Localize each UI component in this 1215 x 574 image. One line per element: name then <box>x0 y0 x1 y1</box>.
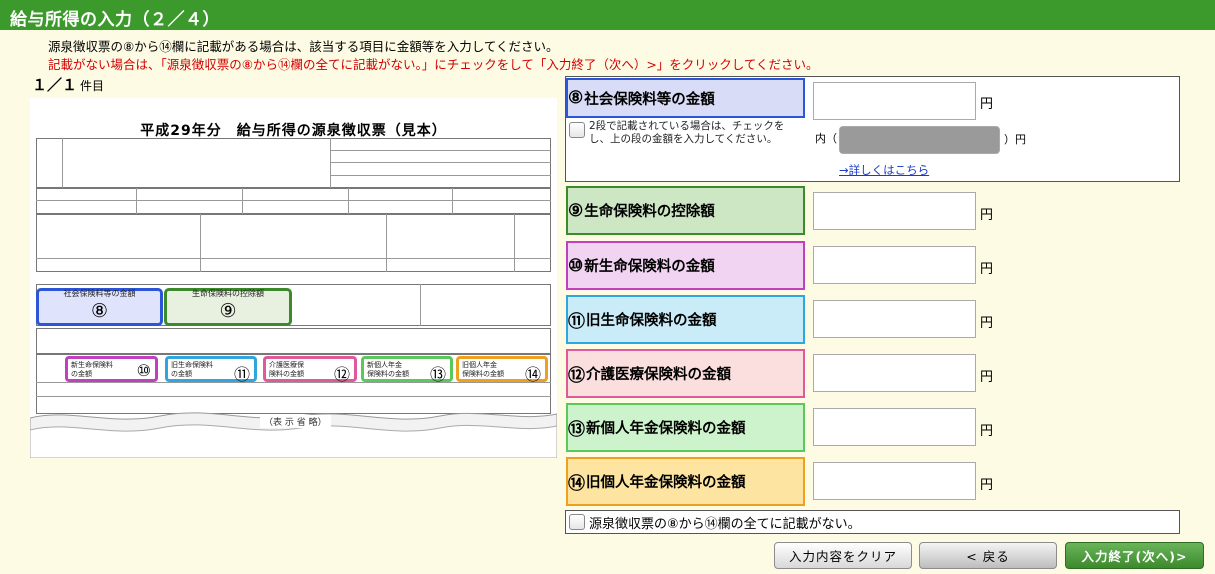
slip-grid-line <box>386 214 387 272</box>
slip-grid-line <box>452 188 453 214</box>
field-text-9: 生命保険料の控除額 <box>584 204 715 220</box>
field-label-10: ⑩ 新生命保険料の金額 <box>566 241 805 290</box>
slip-grid-line <box>36 382 551 383</box>
slip-box-8: 社会保険料等の金額 ⑧ <box>36 288 163 326</box>
field-label-13: ⑬ 新個人年金保険料の金額 <box>566 403 805 452</box>
field-text-13: 新個人年金保険料の金額 <box>586 421 746 437</box>
slip-box-13-number: ⑬ <box>429 365 446 384</box>
slip-box-10-label: 新生命保険料 の金額 <box>71 361 113 378</box>
life-insurance-deduction-input[interactable] <box>813 192 976 230</box>
yen-unit-11: 円 <box>980 316 994 331</box>
slip-torn-edge <box>30 412 557 458</box>
yen-unit-14: 円 <box>980 478 994 493</box>
slip-grid-line <box>136 188 137 214</box>
slip-grid-line <box>330 175 551 176</box>
slip-box-14: 旧個人年金 保険料の金額 ⑭ <box>456 356 548 384</box>
slip-box-14-number: ⑭ <box>524 365 541 384</box>
counter-suffix: 件目 <box>80 79 105 93</box>
field-text-12: 介護医療保険料の金額 <box>586 367 731 383</box>
field-number-11: ⑪ <box>568 312 585 332</box>
slip-box-8-label: 社会保険料等の金額 <box>63 289 136 298</box>
record-counter: １／１ 件目 <box>32 74 104 95</box>
slip-box-11-number: ⑪ <box>233 365 250 384</box>
slip-box-9: 生命保険料の控除額 ⑨ <box>164 288 292 326</box>
field-label-9: ⑨ 生命保険料の控除額 <box>566 186 805 235</box>
two-tier-note: 2段で記載されている場合は、チェックをし、上の段の金額を入力してください。 <box>589 120 785 145</box>
slip-box-14-label: 旧個人年金 保険料の金額 <box>462 361 504 378</box>
yen-unit-8: 円 <box>980 97 994 112</box>
slip-box-10: 新生命保険料 の金額 ⑩ <box>65 356 158 382</box>
slip-box-11-label: 旧生命保険料 の金額 <box>171 361 213 378</box>
slip-grid-line <box>330 138 331 188</box>
slip-grid-line <box>514 214 515 272</box>
slip-box-10-number: ⑩ <box>136 361 151 380</box>
clear-input-button[interactable]: 入力内容をクリア <box>774 542 912 569</box>
slip-box-9-number: ⑨ <box>219 300 237 322</box>
slip-grid-line <box>348 188 349 214</box>
title-bar: 給与所得の入力（２／４） <box>0 0 1215 30</box>
two-tier-checkbox[interactable] <box>569 122 585 138</box>
field-text-11: 旧生命保険料の金額 <box>586 313 717 329</box>
field-number-9: ⑨ <box>568 200 584 221</box>
slip-box-12-label: 介護医療保 険料の金額 <box>269 361 304 378</box>
field-number-8: ⑧ <box>568 88 584 108</box>
counter-value: １／１ <box>32 76 78 94</box>
slip-grid-line <box>330 150 551 151</box>
care-medical-insurance-input[interactable] <box>813 354 976 392</box>
social-insurance-amount-input[interactable] <box>813 82 976 120</box>
finish-next-button[interactable]: 入力終了(次へ)> <box>1065 542 1204 569</box>
slip-grid-line <box>62 138 63 188</box>
field-label-14: ⑭ 旧個人年金保険料の金額 <box>566 457 805 506</box>
slip-title: 平成29年分 給与所得の源泉徴収票（見本） <box>140 123 447 139</box>
field-text-14: 旧個人年金保険料の金額 <box>586 475 746 491</box>
slip-box-12-number: ⑫ <box>333 365 350 384</box>
slip-payer-box <box>36 138 551 188</box>
slip-grid-line <box>36 258 551 259</box>
slip-box-13-label: 新個人年金 保険料の金額 <box>367 361 409 378</box>
inner-amount-suffix: ）円 <box>1004 133 1026 146</box>
yen-unit-9: 円 <box>980 208 994 223</box>
slip-amount-row <box>36 188 551 214</box>
slip-dependents-row <box>36 214 551 272</box>
slip-box-12: 介護医療保 険料の金額 ⑫ <box>263 356 357 384</box>
slip-box-13: 新個人年金 保険料の金額 ⑬ <box>361 356 453 384</box>
instruction-line-1: 源泉徴収票の⑧から⑭欄に記載がある場合は、該当する項目に金額等を入力してください… <box>48 39 559 54</box>
old-life-insurance-input[interactable] <box>813 300 976 338</box>
no-entry-label: 源泉徴収票の⑧から⑭欄の全てに記載がない。 <box>589 517 861 532</box>
field-label-8: ⑧ 社会保険料等の金額 <box>566 78 805 118</box>
field-text-8: 社会保険料等の金額 <box>584 91 715 108</box>
slip-grid-line <box>330 162 551 163</box>
new-life-insurance-input[interactable] <box>813 246 976 284</box>
yen-unit-13: 円 <box>980 424 994 439</box>
inner-amount-input[interactable] <box>839 126 1000 154</box>
slip-grid-line <box>200 214 201 272</box>
slip-omitted-label: （表 示 省 略） <box>260 415 331 428</box>
slip-grid-line <box>36 396 551 397</box>
field-text-10: 新生命保険料の金額 <box>584 259 715 275</box>
inner-amount-prefix: 内（ <box>815 132 837 145</box>
back-button[interactable]: < 戻る <box>919 542 1057 569</box>
yen-unit-10: 円 <box>980 262 994 277</box>
field-number-10: ⑩ <box>568 255 584 276</box>
old-pension-insurance-input[interactable] <box>813 462 976 500</box>
field-label-11: ⑪ 旧生命保険料の金額 <box>566 295 805 344</box>
new-pension-insurance-input[interactable] <box>813 408 976 446</box>
field-number-12: ⑫ <box>568 366 585 386</box>
sample-withholding-slip: 平成29年分 給与所得の源泉徴収票（見本） 社会保険料等の金額 ⑧ 生命保険料の… <box>30 98 557 458</box>
slip-grid-line <box>420 284 421 326</box>
field-number-13: ⑬ <box>568 420 585 440</box>
page-title: 給与所得の入力（２／４） <box>10 10 220 30</box>
slip-grid-line <box>36 200 551 201</box>
instruction-line-2: 記載がない場合は、「源泉徴収票の⑧から⑭欄の全てに記載がない。」にチェックをして… <box>48 57 819 72</box>
no-entry-checkbox[interactable] <box>569 514 585 530</box>
slip-grid-line <box>242 188 243 214</box>
field-label-12: ⑫ 介護医療保険料の金額 <box>566 349 805 398</box>
slip-box-9-label: 生命保険料の控除額 <box>192 289 264 298</box>
slip-summary-row <box>36 328 551 354</box>
details-link[interactable]: →詳しくはこちら <box>839 162 929 178</box>
slip-box-8-number: ⑧ <box>90 300 109 322</box>
slip-box-11: 旧生命保険料 の金額 ⑪ <box>165 356 257 384</box>
field-number-14: ⑭ <box>568 474 585 494</box>
yen-unit-12: 円 <box>980 370 994 385</box>
